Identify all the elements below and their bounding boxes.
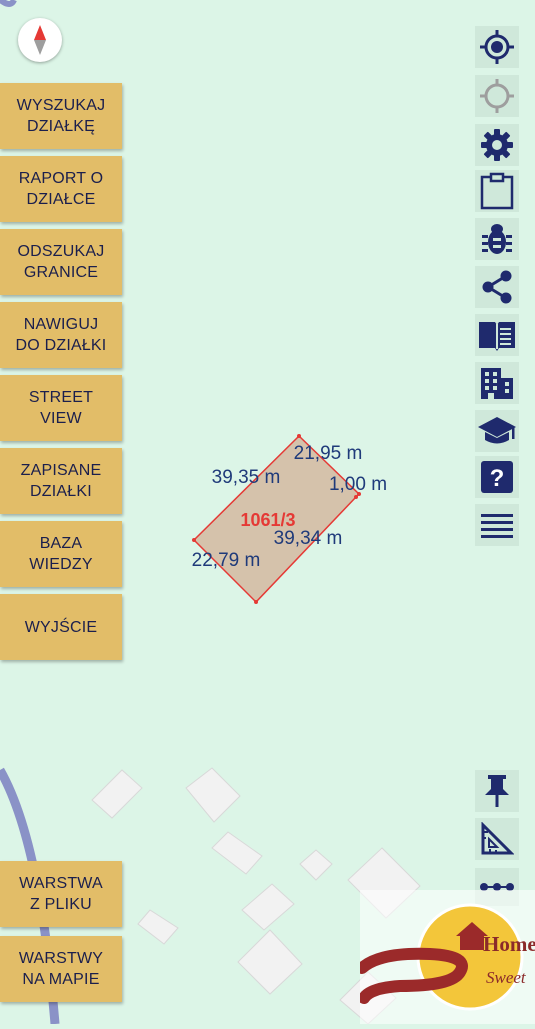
building <box>91 769 143 819</box>
svg-text:?: ? <box>490 465 505 492</box>
bug-icon <box>482 224 512 254</box>
parcel-vertex <box>254 600 258 604</box>
share-button[interactable] <box>475 266 519 308</box>
buildings-button[interactable] <box>475 362 519 404</box>
help-icon: ? <box>481 461 513 493</box>
help-button[interactable]: ? <box>475 456 519 498</box>
parcel-vertex <box>297 434 301 438</box>
exit-button[interactable]: WYJŚCIE <box>0 594 122 660</box>
menu-button[interactable] <box>475 504 519 546</box>
education-button[interactable] <box>475 410 519 452</box>
edge-label: 1,00 m <box>329 474 387 495</box>
building-icon <box>481 368 513 399</box>
watermark-logo <box>356 890 535 1024</box>
saved-parcels-button[interactable]: ZAPISANE DZIAŁKI <box>0 448 122 514</box>
parcel-id-label: 1061/3 <box>240 510 295 530</box>
location-outline-icon <box>480 79 514 113</box>
building <box>211 831 263 875</box>
clipboard-button[interactable] <box>475 170 519 212</box>
settings-button[interactable] <box>475 124 519 166</box>
layer-from-file-button[interactable]: WARSTWA Z PLIKU <box>0 861 122 927</box>
edge-label: 39,35 m <box>212 467 281 488</box>
settings-icon <box>481 129 513 161</box>
my-location-icon <box>480 30 514 64</box>
watermark-text-sweet: Sweet <box>486 968 526 987</box>
parcel-vertex <box>192 538 196 542</box>
pin-icon <box>485 775 509 807</box>
building <box>185 767 241 823</box>
building <box>137 909 179 945</box>
menu-icon <box>481 514 513 538</box>
edge-label: 21,95 m <box>294 443 363 464</box>
guide-button[interactable] <box>475 314 519 356</box>
street-view-button[interactable]: STREET VIEW <box>0 375 122 441</box>
edge-label: 39,34 m <box>274 528 343 549</box>
ruler-icon <box>481 822 514 855</box>
find-boundaries-button[interactable]: ODSZUKAJ GRANICE <box>0 229 122 295</box>
knowledge-base-button[interactable]: BAZA WIEDZY <box>0 521 122 587</box>
road-top-left <box>0 0 17 7</box>
building <box>237 929 303 995</box>
pin-button[interactable] <box>475 770 519 812</box>
watermark-text-home: Home <box>483 932 535 956</box>
school-icon <box>478 417 516 444</box>
measure-button[interactable] <box>475 818 519 860</box>
compass-button[interactable] <box>18 18 62 62</box>
building <box>241 883 295 931</box>
edge-label: 22,79 m <box>192 550 261 571</box>
book-icon <box>479 322 515 351</box>
gps-tracking-button[interactable] <box>475 75 519 117</box>
report-bug-button[interactable] <box>475 218 519 260</box>
building <box>299 849 333 881</box>
compass-icon <box>34 25 46 55</box>
navigate-to-parcel-button[interactable]: NAWIGUJ DO DZIAŁKI <box>0 302 122 368</box>
map-layers-button[interactable]: WARSTWY NA MAPIE <box>0 936 122 1002</box>
parcel-vertex <box>354 495 358 499</box>
parcel-report-button[interactable]: RAPORT O DZIAŁCE <box>0 156 122 222</box>
my-location-button[interactable] <box>475 26 519 68</box>
search-parcel-button[interactable]: WYSZUKAJ DZIAŁKĘ <box>0 83 122 149</box>
clipboard-icon <box>480 172 514 210</box>
share-icon <box>482 270 512 304</box>
